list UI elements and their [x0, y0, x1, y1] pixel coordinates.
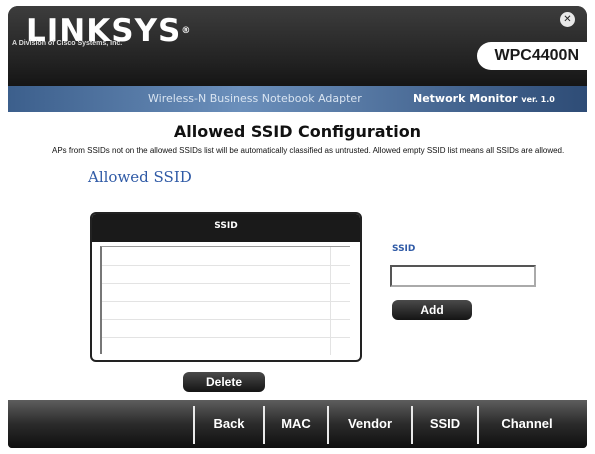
- app-header: LINKSYS® A Division of Cisco Systems, In…: [8, 6, 587, 86]
- list-row: [102, 265, 350, 266]
- list-column-divider: [330, 247, 331, 355]
- app-name: Network Monitor ver. 1.0: [413, 86, 555, 113]
- app-title: Network Monitor: [413, 92, 518, 105]
- ssid-field-label: SSID: [392, 244, 416, 254]
- list-row: [102, 337, 350, 338]
- delete-button[interactable]: Delete: [183, 372, 265, 392]
- ssid-list-area[interactable]: [100, 246, 350, 355]
- list-row: [102, 301, 350, 302]
- footer-nav: Back MAC Vendor SSID Channel: [8, 400, 587, 448]
- main-panel: Allowed SSID Configuration APs from SSID…: [8, 112, 587, 400]
- list-row: [102, 283, 350, 284]
- app-window: LINKSYS® A Division of Cisco Systems, In…: [8, 6, 587, 448]
- nav-channel-button[interactable]: Channel: [479, 400, 575, 448]
- nav-back-button[interactable]: Back: [195, 400, 263, 448]
- add-button[interactable]: Add: [392, 300, 472, 320]
- section-title: Allowed SSID: [88, 168, 192, 186]
- brand-registered-mark: ®: [181, 26, 192, 36]
- product-name: Wireless-N Business Notebook Adapter: [148, 92, 362, 105]
- page-title: Allowed SSID Configuration: [173, 122, 422, 141]
- page-description: APs from SSIDs not on the allowed SSIDs …: [52, 146, 565, 155]
- close-icon: ✕: [563, 14, 572, 25]
- app-version: ver. 1.0: [521, 95, 555, 104]
- list-column-header: SSID: [92, 214, 360, 242]
- nav-mac-button[interactable]: MAC: [265, 400, 327, 448]
- list-row: [102, 319, 350, 320]
- ssid-input[interactable]: [390, 265, 536, 287]
- model-badge: WPC4400N: [477, 42, 587, 70]
- allowed-ssid-list: SSID: [90, 212, 362, 362]
- nav-vendor-button[interactable]: Vendor: [329, 400, 411, 448]
- brand-subtitle: A Division of Cisco Systems, Inc.: [12, 40, 123, 47]
- nav-ssid-button[interactable]: SSID: [413, 400, 477, 448]
- product-bar: Wireless-N Business Notebook Adapter Net…: [8, 86, 587, 112]
- close-button[interactable]: ✕: [560, 12, 575, 27]
